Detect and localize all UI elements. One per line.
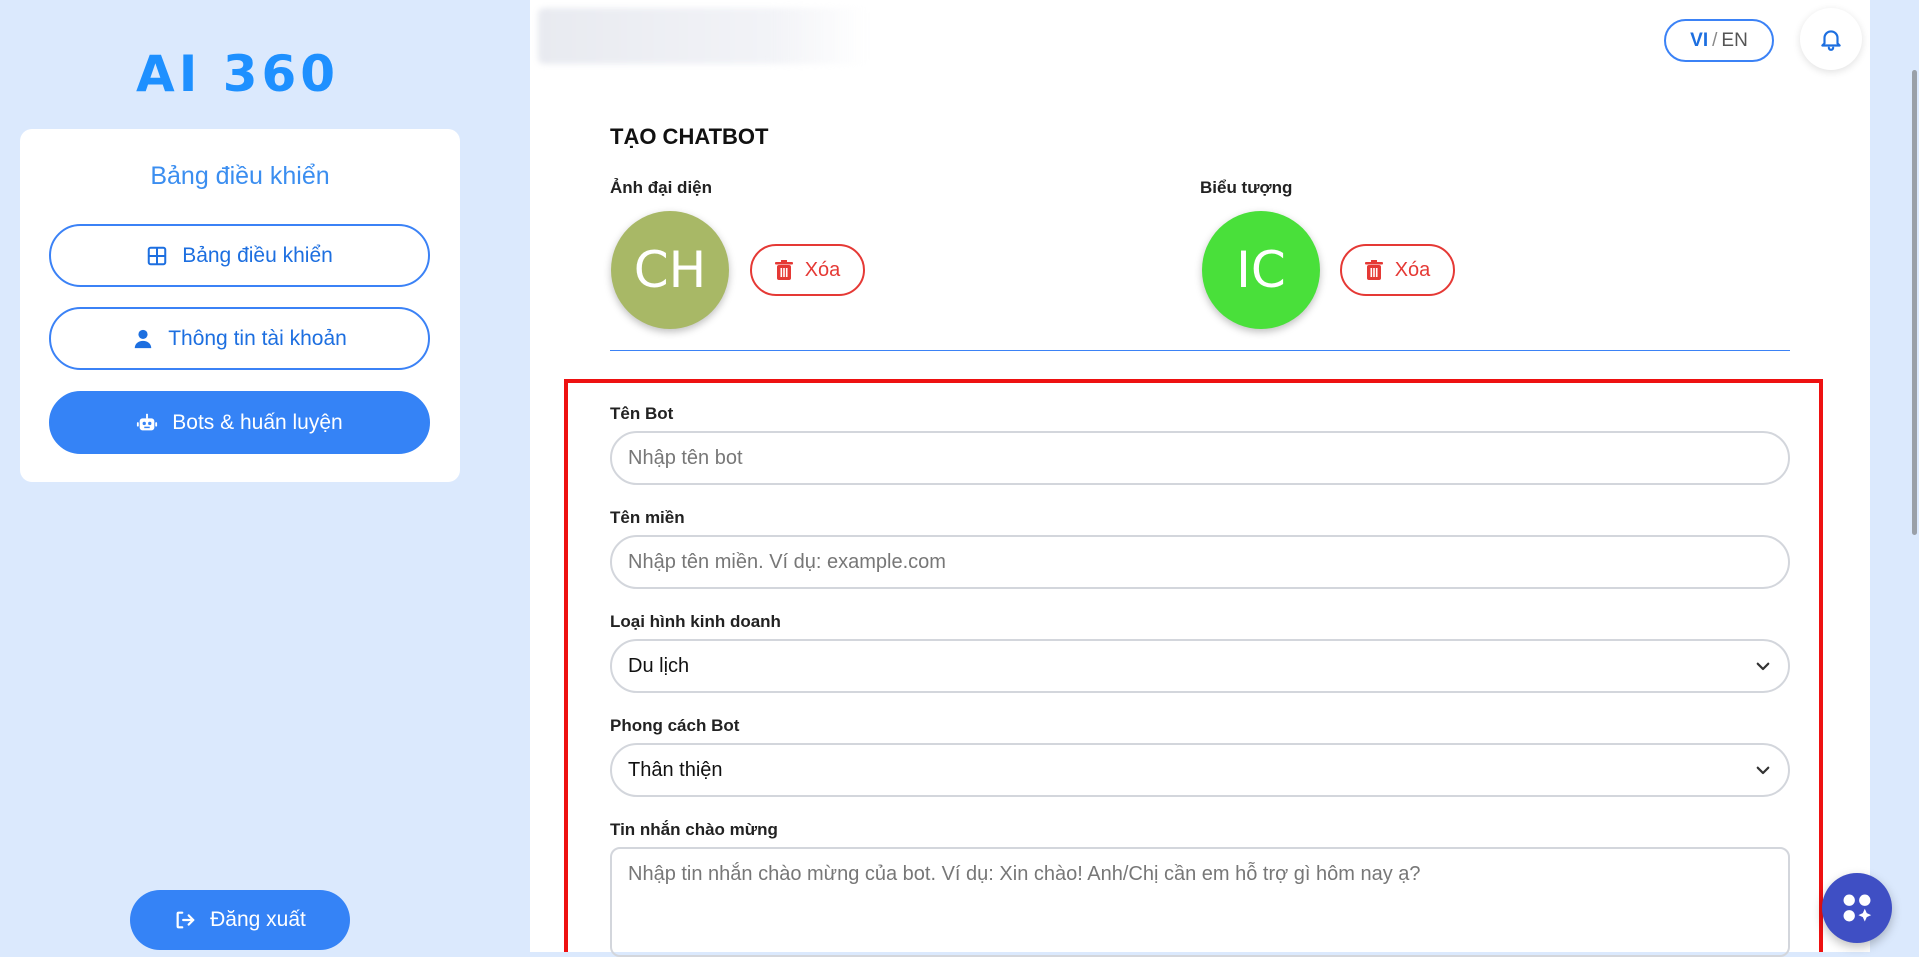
lang-separator: /	[1712, 29, 1718, 51]
business-type-label: Loại hình kinh doanh	[610, 612, 781, 631]
welcome-message-label: Tin nhắn chào mừng	[610, 820, 778, 839]
bot-name-label: Tên Bot	[610, 404, 674, 423]
scrollbar[interactable]	[1912, 70, 1917, 535]
apps-fab-button[interactable]	[1822, 873, 1892, 943]
grid-icon	[147, 246, 167, 265]
icon-label: Biểu tượng	[1200, 178, 1293, 197]
sidebar-item-account[interactable]: Thông tin tài khoản	[49, 307, 430, 370]
domain-label: Tên miền	[610, 508, 685, 527]
sidebar-item-dashboard[interactable]: Bảng điều khiển	[49, 224, 430, 287]
bot-style-value: Thân thiện	[628, 758, 723, 781]
sidebar-title: Bảng điều khiển	[150, 162, 330, 190]
blurred-header	[538, 8, 868, 64]
page-title: TẠO CHATBOT	[610, 124, 769, 149]
main-panel: VI / EN TẠO CHATBOT Ảnh đại diện CH Xóa …	[530, 0, 1870, 957]
bell-icon	[1821, 30, 1841, 51]
delete-avatar-button[interactable]: Xóa	[750, 244, 865, 296]
sidebar-item-label: Bots & huấn luyện	[172, 410, 343, 434]
sidebar-item-bots[interactable]: Bots & huấn luyện	[49, 391, 430, 454]
avatar-image[interactable]: CH	[611, 211, 729, 329]
logout-label: Đăng xuất	[210, 908, 306, 931]
app-logo: AI 360	[136, 45, 340, 103]
chevron-down-icon	[1756, 766, 1770, 775]
sidebar-card: Bảng điều khiển Bảng điều khiển Thông ti…	[20, 129, 460, 482]
user-icon	[134, 329, 152, 348]
domain-input[interactable]: Nhập tên miền. Ví dụ: example.com	[610, 535, 1790, 589]
robot-icon	[137, 413, 158, 430]
trash-icon	[774, 260, 793, 280]
sidebar-item-label: Thông tin tài khoản	[168, 326, 347, 350]
divider	[610, 350, 1790, 351]
bot-style-select[interactable]: Thân thiện	[610, 743, 1790, 797]
bot-style-label: Phong cách Bot	[610, 716, 740, 735]
notification-button[interactable]	[1800, 8, 1862, 70]
business-type-value: Du lịch	[628, 654, 690, 677]
business-type-select[interactable]: Du lịch	[610, 639, 1790, 693]
apps-icon	[1843, 894, 1872, 922]
bot-name-input[interactable]: Nhập tên bot	[610, 431, 1790, 485]
lang-en[interactable]: EN	[1721, 30, 1747, 52]
delete-label: Xóa	[1394, 258, 1431, 281]
sidebar-item-label: Bảng điều khiển	[182, 243, 333, 267]
lang-vi[interactable]: VI	[1690, 30, 1708, 52]
welcome-message-textarea[interactable]: Nhập tin nhắn chào mừng của bot. Ví dụ: …	[610, 847, 1790, 957]
language-toggle[interactable]: VI / EN	[1664, 19, 1774, 62]
chevron-down-icon	[1756, 662, 1770, 671]
trash-icon	[1364, 260, 1383, 280]
avatar-label: Ảnh đại diện	[610, 178, 712, 197]
delete-label: Xóa	[804, 258, 841, 281]
icon-image[interactable]: IC	[1202, 211, 1320, 329]
delete-icon-button[interactable]: Xóa	[1340, 244, 1455, 296]
logout-icon	[176, 911, 195, 929]
logout-button[interactable]: Đăng xuất	[130, 890, 350, 950]
